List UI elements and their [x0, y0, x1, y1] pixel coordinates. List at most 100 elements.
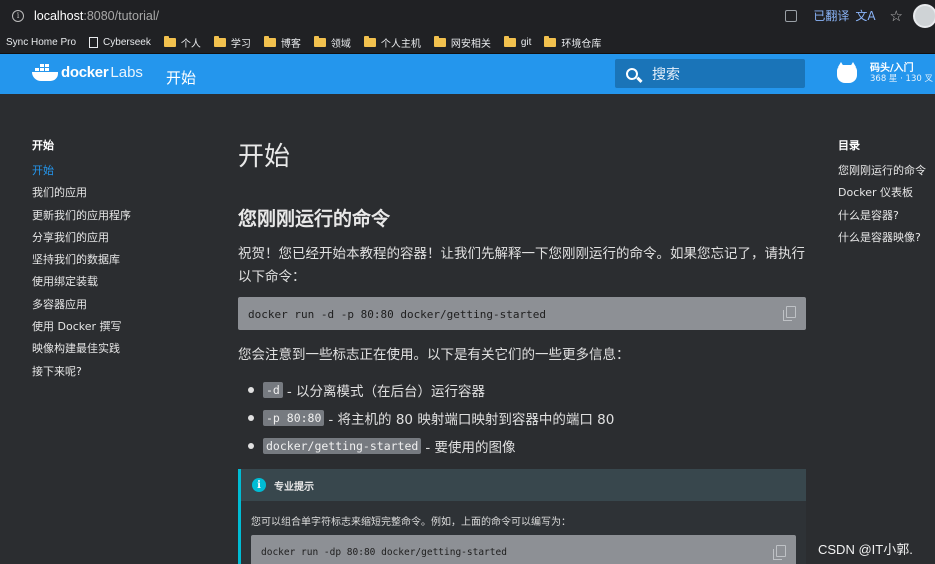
section-heading: 您刚刚运行的命令	[238, 208, 391, 230]
sidebar-item-multi-container[interactable]: 多容器应用	[32, 294, 131, 316]
bookmark-label: Cyberseek	[103, 36, 151, 48]
bookmark-folder[interactable]: 学习	[213, 35, 251, 50]
folder-icon	[313, 35, 326, 47]
site-header: docker Labs 开始 搜索 码头/入门 368 星 · 130 叉	[0, 54, 935, 94]
sidebar-item-share-app[interactable]: 分享我们的应用	[32, 227, 131, 249]
sidebar-item-image-best-practices[interactable]: 映像构建最佳实践	[32, 338, 131, 360]
profile-avatar[interactable]	[913, 3, 935, 28]
folder-icon	[503, 35, 516, 47]
bookmark-folder[interactable]: git	[503, 35, 532, 48]
star-icon[interactable]: ☆	[890, 7, 903, 25]
bookmark-label: git	[520, 36, 532, 48]
list-item-text: - 以分离模式（在后台）运行容器	[286, 384, 486, 400]
copy-icon[interactable]	[773, 545, 786, 560]
short-command-code-block: docker run -dp 80:80 docker/getting-star…	[251, 535, 796, 564]
bookmark-folder[interactable]: 网安相关	[433, 35, 491, 50]
bookmark-cyberseek[interactable]: Cyberseek	[89, 36, 151, 48]
translate-icon[interactable]: 文A	[855, 7, 875, 24]
search-icon	[626, 67, 638, 80]
sidebar-item-our-app[interactable]: 我们的应用	[32, 182, 131, 204]
inline-code: -d	[263, 382, 283, 398]
table-of-contents: 目录 您刚刚运行的命令 Docker 仪表板 什么是容器? 什么是容器映像?	[838, 137, 926, 249]
pro-tip-title: 专业提示	[274, 481, 314, 493]
pro-tip-body: 您可以组合单字符标志来缩短完整命令。例如，上面的命令可以编写为：	[251, 517, 571, 528]
pro-tip-callout: i 专业提示 您可以组合单字符标志来缩短完整命令。例如，上面的命令可以编写为： …	[238, 469, 806, 564]
url-host: localhost	[34, 8, 84, 23]
bookmark-label: 学习	[230, 38, 251, 50]
list-item: docker/getting-started - 要使用的图像	[248, 432, 614, 460]
toc-item-dashboard[interactable]: Docker 仪表板	[838, 182, 926, 204]
sidebar-item-getting-started[interactable]: 开始	[32, 160, 131, 182]
sidebar-item-persist-db[interactable]: 坚持我们的数据库	[32, 249, 131, 271]
list-item: -p 80:80- 将主机的 80 映射端口映射到容器中的端口 80	[248, 404, 614, 432]
list-item-text: - 要使用的图像	[425, 440, 516, 456]
command-code-block: docker run -d -p 80:80 docker/getting-st…	[238, 297, 806, 330]
github-repo-link[interactable]: 码头/入门 368 星 · 130 叉	[837, 62, 933, 85]
csdn-watermark: CSDN @IT小郭.	[818, 542, 913, 557]
url-field[interactable]: localhost:8080/tutorial/	[34, 9, 159, 23]
sidebar-title: 开始	[32, 139, 54, 152]
page-icon	[89, 36, 99, 48]
list-item-text: - 将主机的 80 映射端口映射到容器中的端口 80	[328, 412, 615, 428]
toc-item-command[interactable]: 您刚刚运行的命令	[838, 160, 926, 182]
logo-docker-text: docker	[61, 64, 109, 81]
pro-tip-header: i 专业提示	[241, 469, 806, 501]
bookmark-folder[interactable]: 个人主机	[363, 35, 421, 50]
bookmark-folder[interactable]: 个人	[163, 35, 201, 50]
github-repo-stats: 368 星 · 130 叉	[870, 74, 933, 84]
folder-icon	[363, 35, 376, 47]
bookmark-label: 博客	[280, 38, 301, 50]
info-icon: i	[252, 478, 266, 492]
search-placeholder: 搜索	[652, 66, 680, 83]
sidebar-item-bind-mounts[interactable]: 使用绑定装载	[32, 271, 131, 293]
folder-icon	[263, 35, 276, 47]
bookmark-sync-home-pro[interactable]: Sync Home Pro	[6, 37, 76, 48]
bookmark-label: Sync Home Pro	[6, 36, 77, 48]
header-title: 开始	[166, 69, 197, 87]
page-title: 开始	[238, 142, 291, 172]
bookmark-label: 个人主机	[380, 38, 421, 50]
copy-icon[interactable]	[783, 306, 796, 321]
bookmarks-bar: Sync Home Pro Cyberseek 个人 学习 博客 领域 个人主机…	[0, 31, 935, 54]
folder-icon	[163, 35, 176, 47]
bookmark-label: 个人	[180, 38, 201, 50]
github-repo-title: 码头/入门	[870, 63, 914, 74]
browser-address-bar: i localhost:8080/tutorial/ 已翻译 文A ☆	[0, 0, 935, 31]
github-icon	[837, 62, 857, 83]
folder-icon	[213, 35, 226, 47]
bullet-icon	[248, 415, 254, 421]
inline-code: -p 80:80	[263, 410, 325, 426]
short-command-text: docker run -dp 80:80 docker/getting-star…	[261, 547, 507, 558]
search-input[interactable]: 搜索	[615, 59, 805, 88]
flags-intro: 您会注意到一些标志正在使用。以下是有关它们的一些更多信息：	[238, 347, 630, 363]
url-path: :8080/tutorial/	[83, 8, 160, 23]
bullet-icon	[248, 387, 254, 393]
toc-item-what-is-image[interactable]: 什么是容器映像?	[838, 227, 926, 249]
tab-search-icon[interactable]	[785, 9, 798, 22]
main-content: 开始 您刚刚运行的命令 祝贺！您已经开始本教程的容器！让我们先解释一下您刚刚运行…	[238, 136, 806, 564]
list-item: -d - 以分离模式（在后台）运行容器	[248, 376, 614, 404]
toc-title: 目录	[838, 139, 860, 152]
folder-icon	[433, 35, 446, 47]
bookmark-label: 环境仓库	[561, 38, 602, 50]
translated-label[interactable]: 已翻译	[813, 7, 849, 24]
sidebar-item-docker-compose[interactable]: 使用 Docker 撰写	[32, 316, 131, 338]
docker-whale-icon	[32, 63, 58, 81]
toc-item-what-is-container[interactable]: 什么是容器?	[838, 205, 926, 227]
command-text: docker run -d -p 80:80 docker/getting-st…	[248, 308, 547, 321]
bookmark-label: 领域	[330, 38, 351, 50]
bookmark-folder[interactable]: 环境仓库	[544, 35, 601, 50]
docker-labs-logo[interactable]: docker Labs	[32, 63, 143, 81]
inline-code: docker/getting-started	[263, 438, 422, 454]
bullet-icon	[248, 443, 254, 449]
bookmark-folder[interactable]: 博客	[263, 35, 301, 50]
flags-list: -d - 以分离模式（在后台）运行容器 -p 80:80- 将主机的 80 映射端…	[248, 376, 614, 460]
intro-paragraph: 祝贺！您已经开始本教程的容器！让我们先解释一下您刚刚运行的命令。如果您忘记了，请…	[238, 246, 805, 285]
folder-icon	[544, 35, 557, 47]
bookmark-folder[interactable]: 领域	[313, 35, 351, 50]
site-info-icon[interactable]: i	[12, 9, 24, 22]
sidebar-nav: 开始 开始 我们的应用 更新我们的应用程序 分享我们的应用 坚持我们的数据库 使…	[32, 137, 131, 383]
sidebar-item-whats-next[interactable]: 接下来呢?	[32, 361, 131, 383]
logo-labs-text: Labs	[110, 64, 143, 81]
sidebar-item-update-app[interactable]: 更新我们的应用程序	[32, 205, 131, 227]
